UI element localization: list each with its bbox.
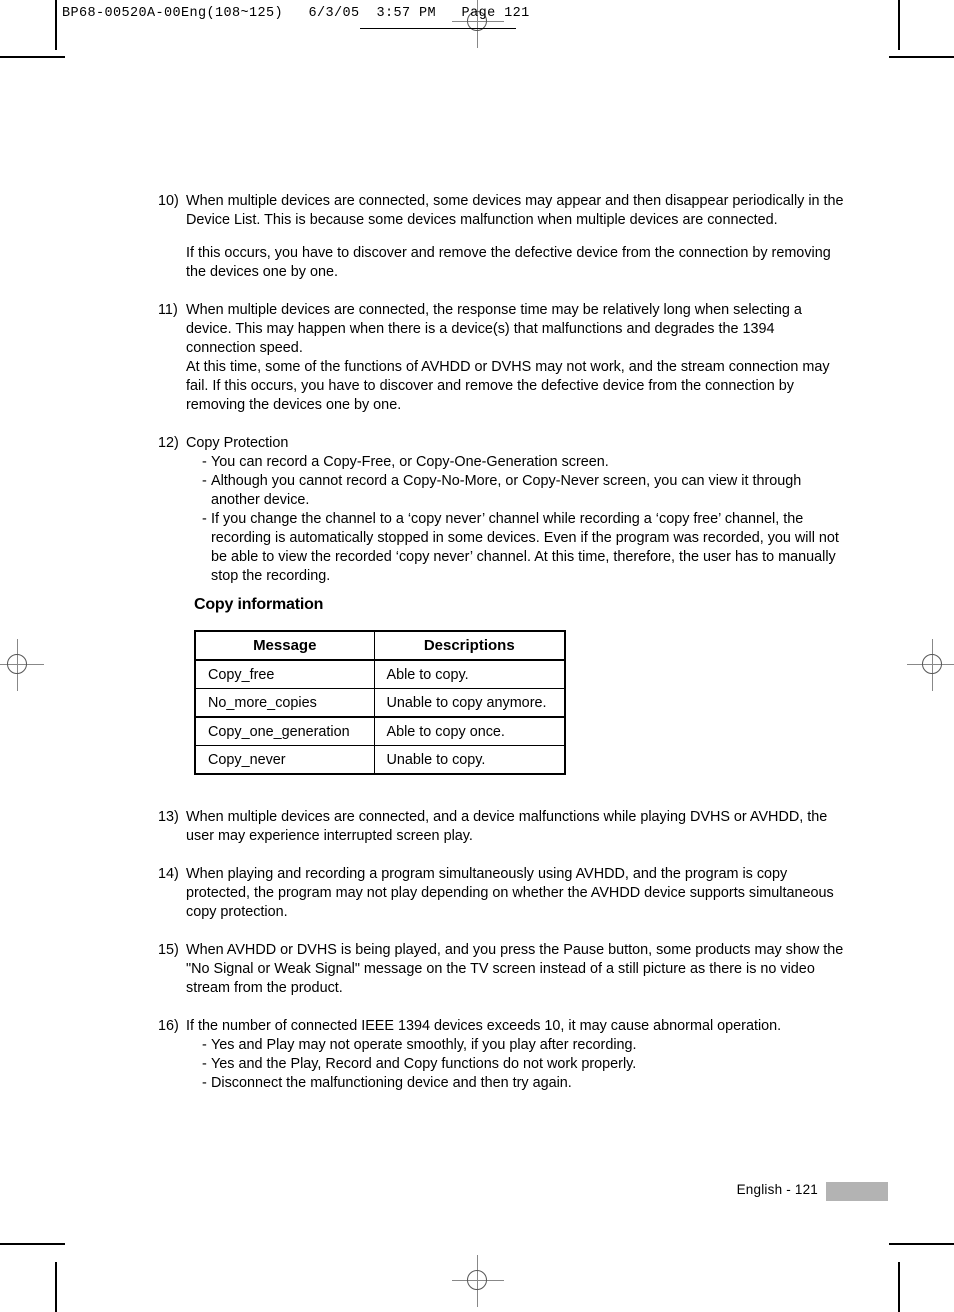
footer-thumb-tab: [826, 1182, 888, 1201]
table-row: Copy_free Able to copy.: [194, 659, 566, 689]
dash-glyph: -: [202, 511, 207, 528]
spacer-after-item-15: [158, 998, 848, 1017]
crop-mark-bottom-left-horizontal: [0, 1243, 65, 1245]
list-item-16-number: 16): [158, 1018, 179, 1035]
dash-glyph: -: [202, 473, 207, 490]
table-row: No_more_copies Unable to copy anymore.: [194, 688, 566, 718]
cell-message: No_more_copies: [194, 688, 375, 718]
registration-mark-right: [907, 639, 954, 691]
table-row: Copy_never Unable to copy.: [194, 745, 566, 775]
cell-message: Copy_never: [194, 745, 375, 775]
registration-circle-right: [922, 654, 942, 674]
header-trim-line-left: [360, 28, 478, 29]
list-item-11-paragraph-2: At this time, some of the functions of A…: [186, 359, 830, 414]
list-item-16-bullet-3-text: Disconnect the malfunctioning device and…: [211, 1075, 572, 1092]
list-item-11-paragraph-1: When multiple devices are connected, the…: [186, 302, 802, 357]
list-item-15-number: 15): [158, 942, 179, 959]
spacer-after-item-11: [158, 415, 848, 434]
header-left-rule: [55, 0, 56, 40]
list-item-12-body: Copy Protection - You can record a Copy-…: [186, 434, 848, 586]
registration-mark-bottom: [452, 1255, 504, 1307]
list-item-11: 11) When multiple devices are connected,…: [158, 301, 848, 415]
list-item-16-heading: If the number of connected IEEE 1394 dev…: [186, 1018, 782, 1035]
page-footer: English - 121: [0, 1182, 954, 1204]
registration-circle-bottom: [467, 1270, 487, 1290]
spacer-after-item-10: [158, 282, 848, 301]
document-body-continued: 13) When multiple devices are connected,…: [158, 808, 848, 1093]
list-item-10-body: When multiple devices are connected, som…: [186, 192, 848, 282]
list-item-16-bullets: - Yes and Play may not operate smoothly,…: [186, 1036, 848, 1093]
list-item-16-bullet-1: - Yes and Play may not operate smoothly,…: [186, 1036, 848, 1055]
list-item-12-bullet-1-text: You can record a Copy-Free, or Copy-One-…: [211, 454, 609, 471]
crop-mark-bottom-left-vertical: [55, 1262, 57, 1312]
cell-description: Unable to copy anymore.: [373, 688, 566, 718]
cell-description: Able to copy once.: [373, 716, 566, 746]
list-item-15: 15) When AVHDD or DVHS is being played, …: [158, 941, 848, 998]
list-item-12-bullet-3-text: If you change the channel to a ‘copy nev…: [211, 511, 839, 585]
list-item-10-paragraph-2: If this occurs, you have to discover and…: [186, 245, 831, 281]
list-item-12-bullet-2: - Although you cannot record a Copy-No-M…: [186, 472, 848, 510]
list-item-15-body: When AVHDD or DVHS is being played, and …: [186, 941, 848, 998]
list-item-16-bullet-1-text: Yes and Play may not operate smoothly, i…: [211, 1037, 637, 1054]
crop-mark-top-left-horizontal: [0, 56, 65, 58]
dash-glyph: -: [202, 454, 207, 471]
list-item-16-bullet-2-text: Yes and the Play, Record and Copy functi…: [211, 1056, 637, 1073]
list-item-13-paragraph-1: When multiple devices are connected, and…: [186, 809, 828, 845]
table-header-row: Message Descriptions: [194, 630, 566, 661]
column-header-message: Message: [194, 630, 375, 661]
crop-mark-top-right-horizontal: [889, 56, 954, 58]
list-item-10: 10) When multiple devices are connected,…: [158, 192, 848, 282]
registration-circle-left: [7, 654, 27, 674]
list-item-14-paragraph-1: When playing and recording a program sim…: [186, 866, 834, 921]
list-item-16: 16) If the number of connected IEEE 1394…: [158, 1017, 848, 1093]
list-item-13-body: When multiple devices are connected, and…: [186, 808, 848, 846]
cell-message: Copy_free: [194, 659, 375, 689]
crop-mark-bottom-right-horizontal: [889, 1243, 954, 1245]
list-item-12-bullet-1: - You can record a Copy-Free, or Copy-On…: [186, 453, 848, 472]
document-body: 10) When multiple devices are connected,…: [158, 192, 848, 586]
list-item-16-bullet-3: - Disconnect the malfunctioning device a…: [186, 1074, 848, 1093]
list-item-10-paragraph-1: When multiple devices are connected, som…: [186, 193, 844, 229]
list-item-12-heading: Copy Protection: [186, 435, 289, 452]
dash-glyph: -: [202, 1056, 207, 1073]
registration-mark-left: [0, 639, 44, 691]
list-item-13: 13) When multiple devices are connected,…: [158, 808, 848, 846]
header-trim-line-right: [478, 28, 516, 29]
list-item-12-bullets: - You can record a Copy-Free, or Copy-On…: [186, 453, 848, 586]
list-item-14: 14) When playing and recording a program…: [158, 865, 848, 922]
list-item-14-body: When playing and recording a program sim…: [186, 865, 848, 922]
list-item-13-number: 13): [158, 809, 179, 825]
dash-glyph: -: [202, 1075, 207, 1092]
prepress-slug-line: BP68-00520A-00Eng(108~125) 6/3/05 3:57 P…: [62, 6, 530, 21]
column-header-descriptions: Descriptions: [373, 630, 566, 661]
table-row: Copy_one_generation Able to copy once.: [194, 716, 566, 746]
list-item-11-number: 11): [158, 302, 178, 319]
spacer-after-item-14: [158, 922, 848, 941]
list-item-12: 12) Copy Protection - You can record a C…: [158, 434, 848, 586]
cell-description: Able to copy.: [373, 659, 566, 689]
dash-glyph: -: [202, 1037, 207, 1054]
page-number-label: English - 121: [736, 1182, 818, 1197]
list-item-12-bullet-2-text: Although you cannot record a Copy-No-Mor…: [211, 473, 802, 509]
crop-mark-top-right-vertical: [898, 0, 900, 50]
copy-information-heading: Copy information: [194, 596, 324, 613]
list-item-10-number: 10): [158, 193, 179, 209]
list-item-12-number: 12): [158, 435, 179, 452]
list-item-12-bullet-3: - If you change the channel to a ‘copy n…: [186, 510, 848, 586]
cell-description: Unable to copy.: [373, 745, 566, 775]
list-item-16-body: If the number of connected IEEE 1394 dev…: [186, 1017, 848, 1093]
list-item-15-paragraph-1: When AVHDD or DVHS is being played, and …: [186, 942, 844, 997]
list-item-11-body: When multiple devices are connected, the…: [186, 301, 848, 415]
spacer-after-item-13: [158, 846, 848, 865]
list-item-14-number: 14): [158, 866, 179, 883]
list-item-16-bullet-2: - Yes and the Play, Record and Copy func…: [186, 1055, 848, 1074]
cell-message: Copy_one_generation: [194, 716, 375, 746]
copy-information-table: Message Descriptions Copy_free Able to c…: [194, 630, 566, 775]
crop-mark-bottom-right-vertical: [898, 1262, 900, 1312]
